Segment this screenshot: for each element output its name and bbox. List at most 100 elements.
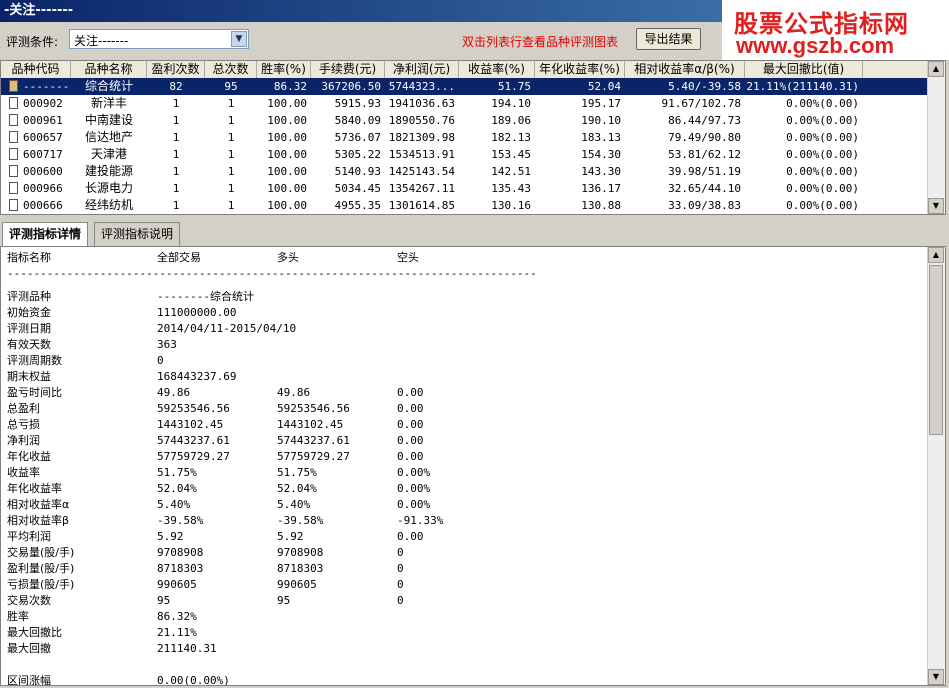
table-cell-name: 中南建设: [84, 113, 133, 127]
table-cell-annual: 136.17: [581, 182, 621, 195]
detail-cell: 评测品种: [7, 290, 51, 303]
scroll-down-icon[interactable]: ▼: [928, 669, 944, 685]
table-cell-ret: 51.75: [497, 80, 531, 93]
chevron-down-icon[interactable]: ▼: [231, 31, 247, 47]
detail-cell: 57759729.27: [157, 450, 230, 463]
column-header[interactable]: 年化收益率(%): [535, 61, 625, 78]
detail-cell: 111000000.00: [157, 306, 237, 319]
detail-cell: 0: [397, 562, 404, 575]
table-cell-relative: 32.65/44.10: [668, 182, 741, 195]
column-header[interactable]: 相对收益率α/β(%): [625, 61, 745, 78]
detail-cell: 指标名称: [7, 251, 51, 264]
table-row[interactable]: 000902 新洋丰 1 1 100.00 5915.93 1941036.63 194.10…: [1, 95, 929, 112]
column-header[interactable]: 胜率(%): [257, 61, 311, 78]
table-cell-code: 000600: [23, 165, 63, 178]
column-header[interactable]: 最大回撤比(值): [745, 61, 863, 78]
detail-cell: 0.00: [397, 386, 424, 399]
table-cell-ret: 189.06: [491, 114, 531, 127]
tab-indicator-help[interactable]: 评测指标说明: [94, 222, 181, 246]
detail-panel: 指标名称 全部交易 多头 空头 ----------------------------…: [0, 246, 946, 686]
column-header[interactable]: 总次数: [205, 61, 257, 78]
detail-cell: 0.00%: [397, 482, 431, 495]
detail-cell: 86.32%: [157, 610, 197, 623]
table-cell-wins: 1: [172, 131, 180, 144]
detail-cell: 52.04%: [157, 482, 197, 495]
detail-cell: 49.86: [277, 386, 311, 399]
table-cell-total: 1: [227, 165, 235, 178]
table-cell-name: 新洋丰: [90, 96, 127, 110]
detail-cell: -39.58%: [157, 514, 204, 527]
table-cell-relative: 5.40/-39.58: [668, 80, 741, 93]
detail-cell: 51.75%: [157, 466, 197, 479]
table-cell-drawdown: 0.00%(0.00): [786, 114, 859, 127]
table-cell-name: 长源电力: [84, 181, 133, 195]
table-cell-drawdown: 0.00%(0.00): [786, 165, 859, 178]
table-cell-total: 1: [227, 131, 235, 144]
table-row[interactable]: 600657 信达地产 1 1 100.00 5736.07 1821309.98 182.1…: [1, 129, 929, 146]
column-header[interactable]: 盈利次数: [147, 61, 205, 78]
scroll-down-icon[interactable]: ▼: [928, 198, 944, 214]
export-button[interactable]: 导出结果: [636, 28, 701, 50]
scroll-up-icon[interactable]: ▲: [928, 247, 944, 263]
column-header[interactable]: 手续费(元): [311, 61, 385, 78]
table-cell-fee: 5736.07: [334, 131, 381, 144]
scroll-thumb[interactable]: [929, 265, 943, 435]
table-cell-relative: 33.09/38.83: [668, 199, 741, 212]
table-cell-profit: 5744323...: [388, 80, 455, 93]
detail-cell: 有效天数: [7, 338, 51, 351]
detail-cell: 95: [157, 594, 171, 607]
column-header[interactable]: 品种代码: [1, 61, 71, 78]
condition-select[interactable]: 关注------- ▼: [69, 29, 249, 49]
table-cell-profit: 1354267.11: [388, 182, 455, 195]
watermark-logo: 股票公式指标网 www.gszb.com: [722, 0, 949, 60]
detail-scrollbar[interactable]: ▲ ▼: [927, 247, 945, 685]
table-cell-profit: 1890550.76: [388, 114, 455, 127]
detail-cell: 亏损量(股/手): [7, 578, 75, 591]
table-cell-drawdown: 21.11%(211140.31): [746, 80, 859, 93]
table-cell-fee: 5034.45: [334, 182, 381, 195]
table-cell-wins: 1: [172, 182, 180, 195]
table-cell-total: 1: [227, 97, 235, 110]
detail-cell: -39.58%: [277, 514, 324, 527]
detail-cell: 5.40%: [277, 498, 311, 511]
detail-cell: 0: [157, 354, 164, 367]
table-cell-ret: 130.16: [491, 199, 531, 212]
table-cell-drawdown: 0.00%(0.00): [786, 97, 859, 110]
table-cell-winrate: 100.00: [267, 165, 307, 178]
table-row[interactable]: 000666 经纬纺机 1 1 100.00 4955.35 1301614.85 130.1…: [1, 197, 929, 214]
table-cell-annual: 183.13: [581, 131, 621, 144]
column-header[interactable]: 净利润(元): [385, 61, 459, 78]
window-title: -关注-------: [0, 0, 722, 22]
table-cell-ret: 194.10: [491, 97, 531, 110]
column-header[interactable]: 品种名称: [71, 61, 147, 78]
table-cell-wins: 82: [169, 80, 183, 93]
table-cell-drawdown: 0.00%(0.00): [786, 199, 859, 212]
scroll-up-icon[interactable]: ▲: [928, 61, 944, 77]
detail-cell: 990605: [277, 578, 317, 591]
detail-cell: 0.00: [397, 418, 424, 431]
detail-separator: ----------------------------------------…: [7, 267, 537, 280]
detail-cell: 0.00: [397, 530, 424, 543]
table-row[interactable]: ------- 综合统计 82 95 86.32 367206.50 5744323... 5…: [1, 78, 929, 95]
detail-cell: 1443102.45: [277, 418, 344, 431]
table-row[interactable]: 000961 中南建设 1 1 100.00 5840.09 1890550.76 189.0…: [1, 112, 929, 129]
hint-text: 双击列表行查看品种评测图表: [462, 35, 619, 49]
table-row[interactable]: 600717 天津港 1 1 100.00 5305.22 1534513.91 153.45…: [1, 146, 929, 163]
table-cell-ret: 182.13: [491, 131, 531, 144]
detail-cell: 8718303: [157, 562, 204, 575]
table-cell-relative: 53.81/62.12: [668, 148, 741, 161]
table-cell-code: 000666: [23, 199, 63, 212]
column-header[interactable]: 收益率(%): [459, 61, 535, 78]
watermark-line2: www.gszb.com: [736, 33, 895, 58]
detail-cell: 相对收益率α: [7, 498, 70, 511]
table-cell-winrate: 100.00: [267, 97, 307, 110]
table-cell-code: -------: [23, 80, 70, 93]
detail-cell: 0: [397, 594, 404, 607]
table-row[interactable]: 000600 建投能源 1 1 100.00 5140.93 1425143.54 142.5…: [1, 163, 929, 180]
table-row[interactable]: 000966 长源电力 1 1 100.00 5034.45 1354267.11 135.4…: [1, 180, 929, 197]
results-grid[interactable]: 品种代码 品种名称 盈利次数 总次数 胜率(%) 手续费(元) 净利润(元) 收益率(%) 年化…: [0, 60, 946, 215]
table-cell-winrate: 100.00: [267, 114, 307, 127]
detail-cell: 52.04%: [277, 482, 317, 495]
tab-indicator-details[interactable]: 评测指标详情: [2, 222, 89, 247]
grid-scrollbar[interactable]: ▲ ▼: [927, 61, 945, 214]
